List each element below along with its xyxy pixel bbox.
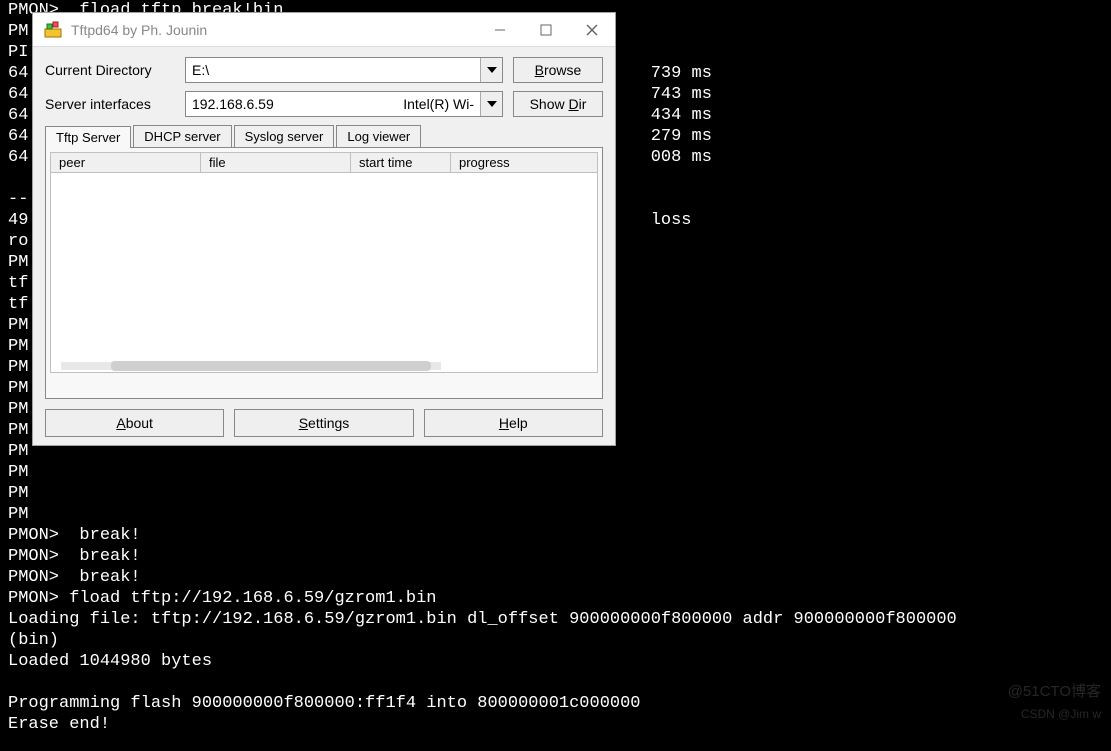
tab-dhcp-server[interactable]: DHCP server	[133, 125, 231, 147]
current-directory-combo[interactable]: E:\	[185, 57, 503, 83]
tab-log-viewer[interactable]: Log viewer	[336, 125, 421, 147]
help-button[interactable]: Help	[424, 409, 603, 437]
transfer-list[interactable]	[50, 173, 598, 373]
server-interface-ip: 192.168.6.59	[192, 96, 274, 112]
column-progress[interactable]: progress	[451, 153, 597, 172]
current-directory-value: E:\	[192, 62, 209, 78]
tab-tftp-server[interactable]: Tftp Server	[45, 126, 131, 148]
about-button[interactable]: About	[45, 409, 224, 437]
app-icon	[43, 20, 63, 40]
tftpd64-window: Tftpd64 by Ph. Jounin Current Directory …	[32, 12, 616, 446]
show-dir-button[interactable]: Show Dir	[513, 91, 603, 117]
server-interface-desc: Intel(R) Wi-	[403, 96, 474, 112]
tab-panel: peer file start time progress	[45, 147, 603, 399]
column-file[interactable]: file	[201, 153, 351, 172]
dropdown-icon[interactable]	[480, 92, 502, 116]
server-interfaces-combo[interactable]: 192.168.6.59 Intel(R) Wi-	[185, 91, 503, 117]
tab-syslog-server[interactable]: Syslog server	[234, 125, 335, 147]
dropdown-icon[interactable]	[480, 58, 502, 82]
close-button[interactable]	[569, 14, 615, 46]
watermark-csdn: CSDN @Jim w	[1021, 707, 1101, 721]
settings-button[interactable]: Settings	[234, 409, 413, 437]
column-start-time[interactable]: start time	[351, 153, 451, 172]
horizontal-scrollbar-thumb[interactable]	[111, 361, 431, 371]
watermark-51cto: @51CTO博客	[1008, 680, 1101, 701]
column-peer[interactable]: peer	[51, 153, 201, 172]
browse-button[interactable]: Browse	[513, 57, 603, 83]
window-title: Tftpd64 by Ph. Jounin	[71, 22, 477, 38]
window-titlebar[interactable]: Tftpd64 by Ph. Jounin	[33, 13, 615, 47]
list-header: peer file start time progress	[50, 152, 598, 173]
current-directory-label: Current Directory	[45, 62, 175, 78]
tab-bar: Tftp Server DHCP server Syslog server Lo…	[45, 125, 603, 147]
minimize-button[interactable]	[477, 14, 523, 46]
server-interfaces-label: Server interfaces	[45, 96, 175, 112]
maximize-button[interactable]	[523, 14, 569, 46]
